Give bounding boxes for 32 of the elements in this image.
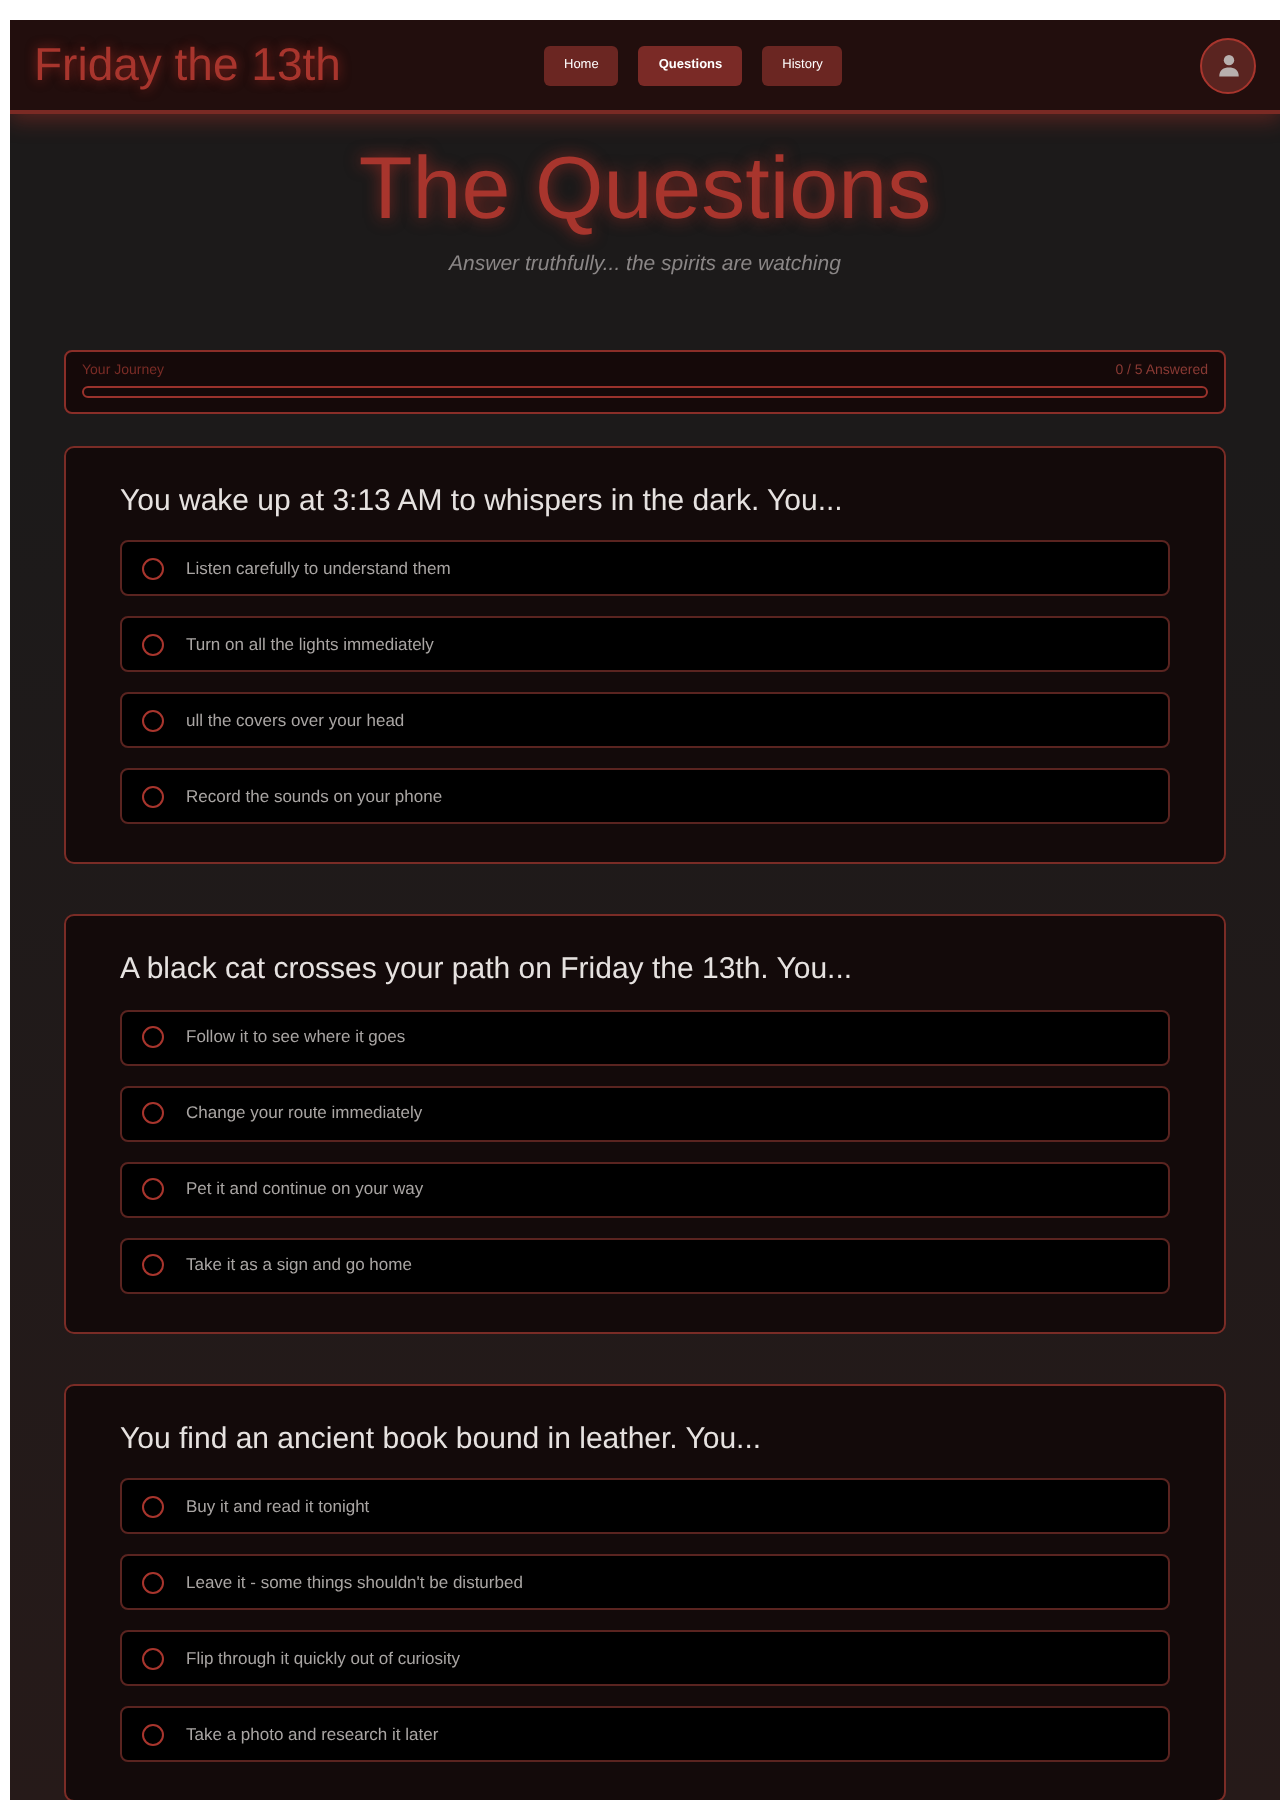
- radio-icon: [142, 1723, 164, 1746]
- user-icon: [1215, 52, 1241, 78]
- question-text: You wake up at 3:13 AM to whispers in the dark. You...: [120, 481, 845, 522]
- answer-option[interactable]: Follow it to see where it goes: [120, 1009, 1170, 1066]
- page-title: The Questions: [358, 138, 932, 242]
- question-text: A black cat crosses your path on Friday the 13th. You...: [120, 950, 855, 991]
- radio-icon: [142, 633, 164, 656]
- answer-option[interactable]: ull the covers over your head: [120, 692, 1170, 749]
- question-text: You find an ancient book bound in leather. You...: [120, 1419, 764, 1460]
- radio-icon: [142, 1495, 164, 1518]
- answer-option[interactable]: Buy it and read it tonight: [120, 1478, 1170, 1535]
- radio-icon: [142, 709, 164, 732]
- answer-option[interactable]: Leave it - some things shouldn't be disturbed: [120, 1554, 1170, 1611]
- answer-option[interactable]: Record the sounds on your phone: [120, 768, 1170, 825]
- answer-option[interactable]: Pet it and continue on your way: [120, 1161, 1170, 1218]
- answer-option[interactable]: Take a photo and research it later: [120, 1706, 1170, 1763]
- answer-option[interactable]: Change your route immediately: [120, 1085, 1170, 1142]
- radio-icon: [142, 1647, 164, 1670]
- brand-title: Friday the 13th: [34, 36, 341, 95]
- answer-option[interactable]: Listen carefully to understand them: [120, 540, 1170, 597]
- radio-icon: [142, 785, 164, 808]
- page-subtitle: Answer truthfully... the spirits are watching: [449, 250, 841, 280]
- profile-avatar[interactable]: [1200, 37, 1256, 93]
- answer-option[interactable]: Take it as a sign and go home: [120, 1237, 1170, 1294]
- radio-icon: [142, 1178, 164, 1201]
- radio-icon: [142, 1026, 164, 1049]
- radio-icon: [142, 1571, 164, 1594]
- radio-icon: [142, 1102, 164, 1125]
- radio-icon: [142, 557, 164, 580]
- answer-option[interactable]: Turn on all the lights immediately: [120, 616, 1170, 673]
- radio-icon: [142, 1254, 164, 1277]
- answer-option[interactable]: Flip through it quickly out of curiosity: [120, 1630, 1170, 1687]
